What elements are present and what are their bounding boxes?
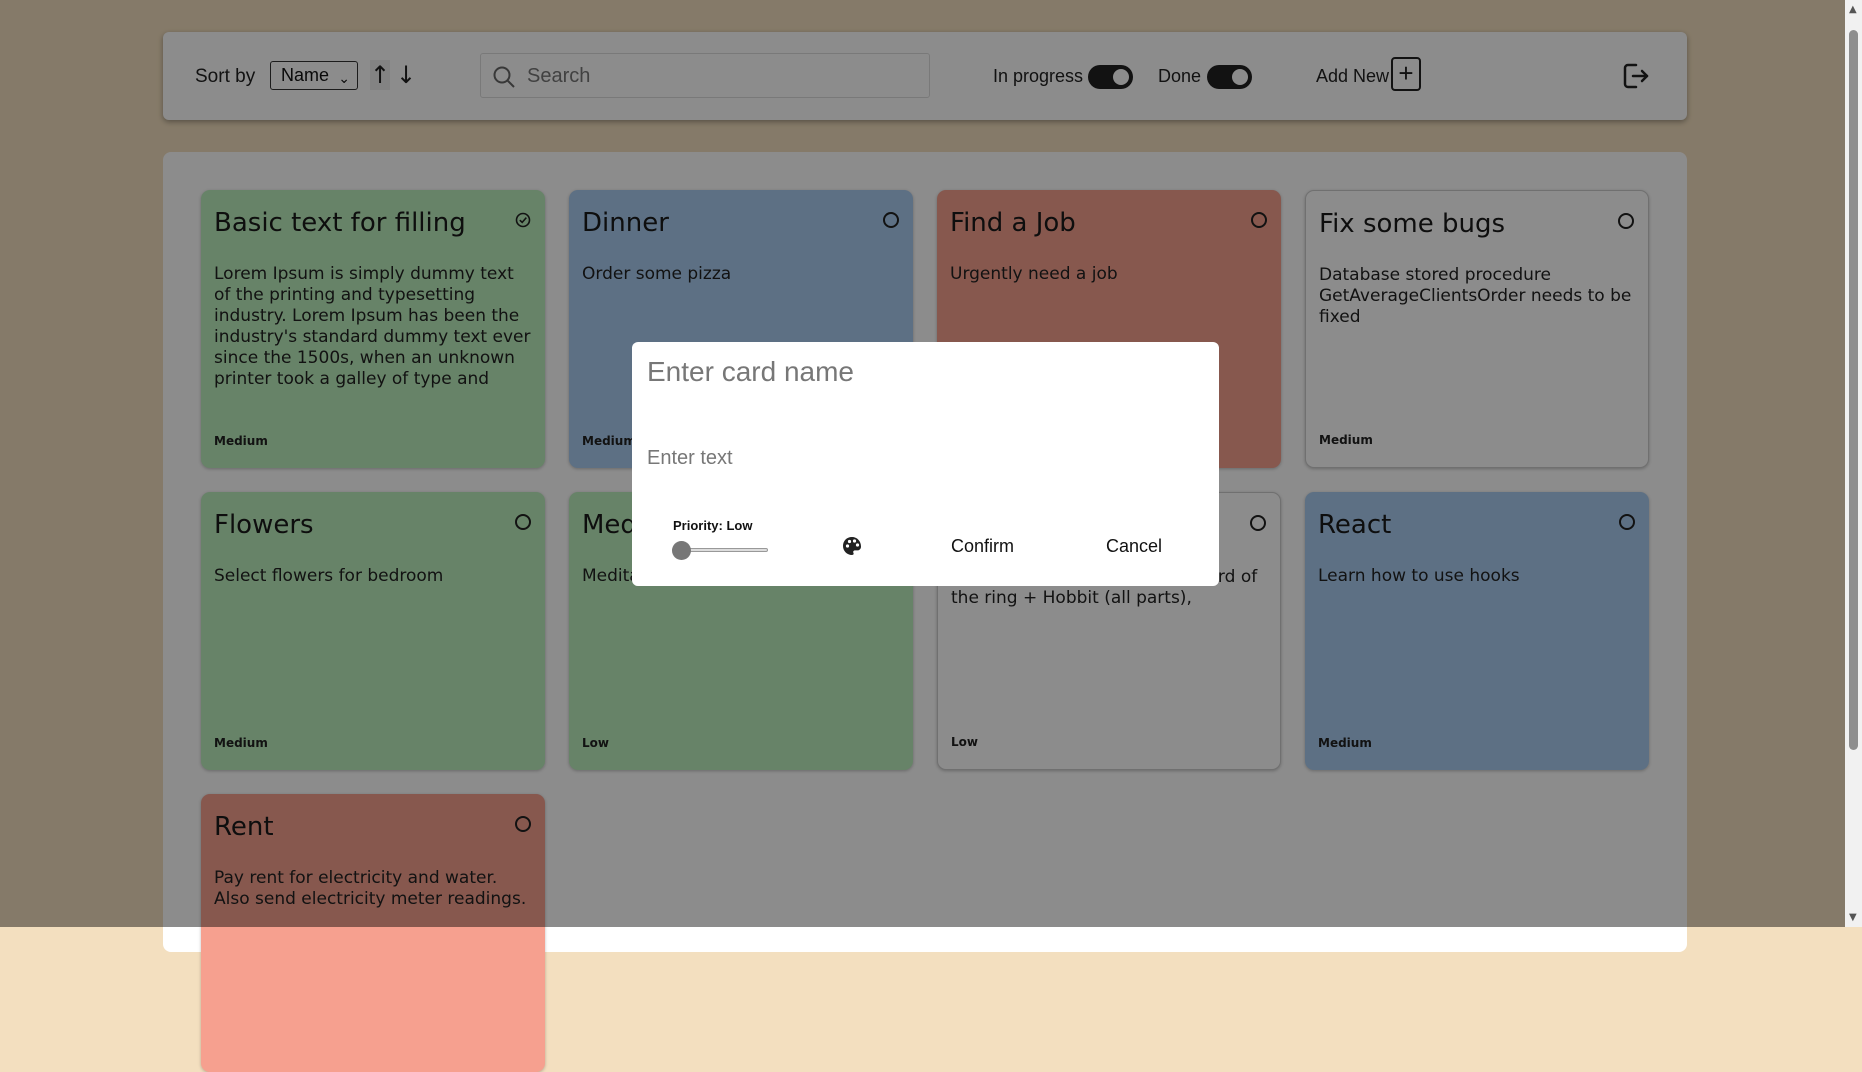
- slider-thumb[interactable]: [672, 541, 691, 560]
- cancel-button[interactable]: Cancel: [1106, 536, 1162, 557]
- scrollbar-thumb[interactable]: [1849, 30, 1858, 750]
- confirm-button[interactable]: Confirm: [951, 536, 1014, 557]
- new-card-dialog: Enter card name Enter text Priority: Low…: [632, 342, 1219, 586]
- scroll-up-icon[interactable]: ▲: [1849, 4, 1857, 15]
- scroll-down-icon[interactable]: ▼: [1849, 912, 1857, 923]
- card-text-input[interactable]: Enter text: [647, 447, 733, 470]
- scrollbar[interactable]: ▲ ▼: [1845, 0, 1862, 927]
- priority-slider[interactable]: [672, 540, 768, 560]
- priority-label: Priority: Low: [673, 518, 753, 533]
- palette-icon[interactable]: [841, 535, 863, 557]
- card-name-input[interactable]: Enter card name: [647, 356, 854, 388]
